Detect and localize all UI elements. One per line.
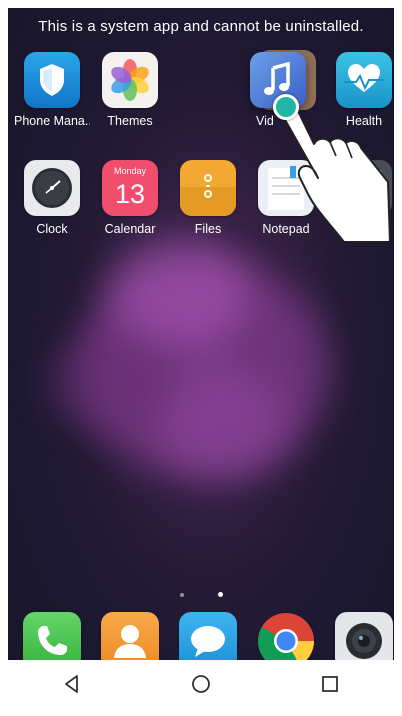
recents-button[interactable] xyxy=(310,664,350,704)
back-button[interactable] xyxy=(52,664,92,704)
home-button[interactable] xyxy=(181,664,221,704)
home-screen: This is a system app and cannot be unins… xyxy=(8,8,394,708)
recents-square-icon xyxy=(321,676,338,692)
wallpaper-nebula xyxy=(158,368,288,478)
app-label: Calendar xyxy=(104,222,156,236)
flower-icon xyxy=(102,52,158,108)
page-dot[interactable] xyxy=(179,593,184,597)
wallpaper-nebula xyxy=(108,238,248,348)
back-triangle-icon xyxy=(65,675,79,693)
folder-icon xyxy=(180,160,236,216)
page-dot-active[interactable] xyxy=(217,592,223,597)
app-label: Clock xyxy=(36,222,68,236)
page-indicator xyxy=(8,584,394,602)
calendar-date: 13 xyxy=(114,179,146,209)
navigation-bar xyxy=(8,660,394,708)
wallpaper-nebula xyxy=(48,338,168,428)
app-files[interactable]: Files xyxy=(170,160,246,236)
app-phone-manager[interactable]: Phone Mana.. xyxy=(14,52,90,128)
app-label: Files xyxy=(194,222,222,236)
clock-icon xyxy=(24,160,80,216)
app-label: Phone Mana.. xyxy=(14,114,90,128)
app-clock[interactable]: Clock xyxy=(14,160,90,236)
calendar-icon: Monday 13 xyxy=(102,160,158,216)
uninstall-toast: This is a system app and cannot be unins… xyxy=(38,18,364,35)
calendar-day: Monday xyxy=(113,166,147,176)
app-themes[interactable]: Themes xyxy=(92,52,168,128)
app-label: Themes xyxy=(107,114,153,128)
app-calendar[interactable]: Monday 13 Calendar xyxy=(92,160,168,236)
home-circle-icon xyxy=(192,675,210,693)
shield-icon xyxy=(24,52,80,108)
touch-point-indicator xyxy=(273,94,299,120)
